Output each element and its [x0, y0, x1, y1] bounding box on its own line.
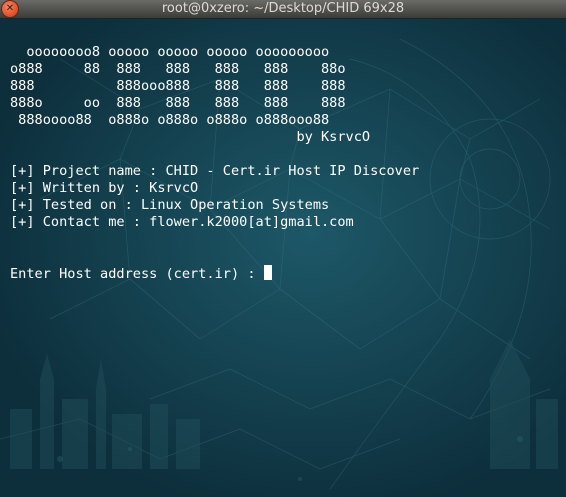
- banner-credit: by KsrvcO: [10, 129, 371, 145]
- input-prompt-line[interactable]: Enter Host address (cert.ir) :: [10, 265, 550, 282]
- ascii-banner: oooooooo8 ooooo ooooo ooooo ooooooooo o8…: [10, 27, 550, 146]
- terminal-window: ✕ root@0xzero: ~/Desktop/CHID 69x28 oooo…: [0, 0, 566, 497]
- project-info: [+] Project name : CHID - Cert.ir Host I…: [10, 163, 550, 231]
- terminal-output[interactable]: oooooooo8 ooooo ooooo ooooo ooooooooo o8…: [10, 27, 550, 282]
- banner-line: 888 888ooo888 888 888 888: [10, 78, 346, 94]
- banner-line: o888 88 888 888 888 888 88o: [10, 61, 346, 77]
- info-project-name: [+] Project name : CHID - Cert.ir Host I…: [10, 163, 420, 179]
- info-author: [+] Written by : KsrvcO: [10, 180, 199, 196]
- title-bar[interactable]: ✕ root@0xzero: ~/Desktop/CHID 69x28: [0, 0, 566, 19]
- info-tested-on: [+] Tested on : Linux Operation Systems: [10, 197, 330, 213]
- info-contact: [+] Contact me : flower.k2000[at]gmail.c…: [10, 214, 354, 230]
- banner-line: oooooooo8 ooooo ooooo ooooo ooooooooo: [10, 44, 330, 60]
- banner-line: 888o oo 888 888 888 888 888: [10, 95, 346, 111]
- prompt-text: Enter Host address (cert.ir) :: [10, 266, 264, 282]
- window-title: root@0xzero: ~/Desktop/CHID 69x28: [161, 1, 405, 16]
- text-cursor: [263, 265, 272, 280]
- banner-line: 888oooo88 o888o o888o o888o o888ooo88: [10, 112, 330, 128]
- banner-line: [10, 27, 550, 44]
